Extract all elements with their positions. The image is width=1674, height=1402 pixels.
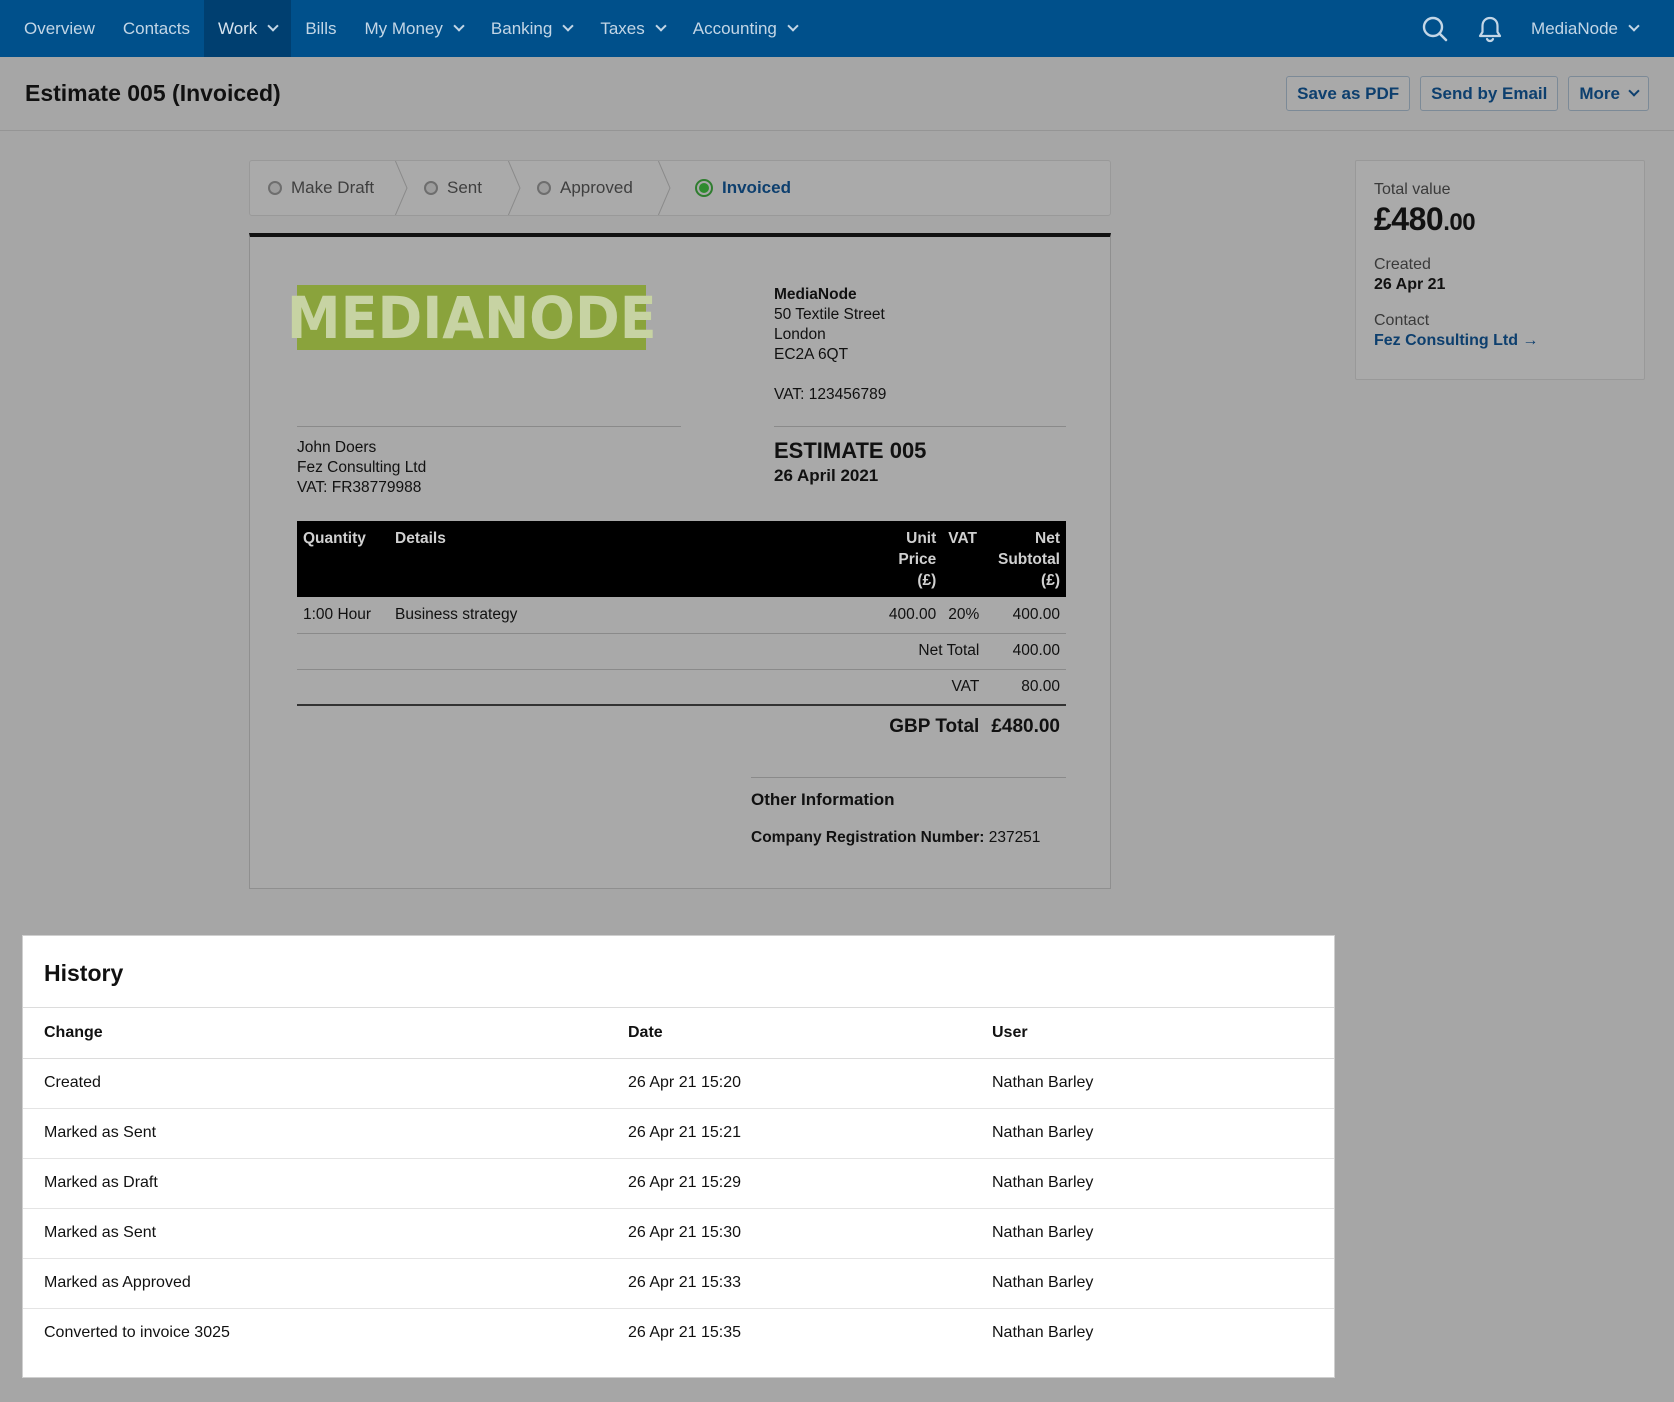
col-details: Details [389, 521, 873, 597]
nav-item-overview[interactable]: Overview [0, 0, 109, 57]
step-dot-icon [268, 181, 282, 195]
send-by-email-button[interactable]: Send by Email [1420, 76, 1559, 111]
nav-item-contacts[interactable]: Contacts [109, 0, 204, 57]
table-row: Converted to invoice 3025 26 Apr 21 15:35… [44, 1324, 1094, 1342]
page-title: Estimate 005 (Invoiced) [25, 80, 281, 106]
col-user: User [971, 1008, 1334, 1059]
nav-item-work[interactable]: Work [203, 0, 292, 57]
step-invoiced[interactable]: Invoiced [671, 161, 791, 215]
contact-label: Contact [1374, 312, 1430, 329]
step-dot-icon [537, 181, 551, 195]
estimate-date: 26 April 2021 [774, 466, 879, 485]
line-items-table: Quantity Details Unit Price (£) VAT Net Sub… [297, 521, 1066, 745]
notifications-button[interactable] [1462, 0, 1517, 57]
table-row: 1:00 Hour Business strategy 400.00 20% 4… [297, 597, 1066, 634]
chevron-down-icon [453, 20, 465, 32]
company-registration: Company Registration Number: 237251 [751, 829, 1041, 846]
recipient-address: John Doers Fez Consulting Ltd VAT: FR387… [297, 439, 427, 496]
estimate-title: ESTIMATE 005 [774, 438, 927, 463]
other-information-heading: Other Information [751, 790, 895, 809]
summary-card: Total value £480.00 Created 26 Apr 21 Co… [1355, 160, 1645, 380]
contact-link[interactable]: Fez Consulting Ltd → [1374, 332, 1626, 350]
step-make-draft[interactable]: Make Draft [250, 161, 394, 215]
table-row: Marked as Approved 26 Apr 21 15:33 Nathan … [23, 1258, 1334, 1309]
header-actions: Save as PDF Send by Email More [1286, 76, 1649, 111]
nav-item-taxes[interactable]: Taxes [586, 0, 678, 57]
table-row: Marked as Draft 26 Apr 21 15:29 Nathan Bar… [23, 1158, 1334, 1209]
vat-row: VAT 80.00 [297, 669, 1066, 706]
divider [297, 426, 681, 427]
chevron-separator-icon [507, 161, 521, 215]
chevron-down-icon [655, 20, 667, 32]
top-navigation: Overview Contacts Work Bills My Money Ba… [0, 0, 1674, 57]
chevron-down-icon [562, 20, 575, 32]
table-row: Marked as Sent 26 Apr 21 15:21 Nathan Barl… [23, 1108, 1334, 1159]
search-icon [1422, 16, 1447, 41]
step-approved[interactable]: Approved [521, 161, 657, 215]
col-date: Date [607, 1008, 971, 1059]
chevron-down-icon [787, 20, 799, 32]
net-total-row: Net Total 400.00 [297, 633, 1066, 670]
created-value: 26 Apr 21 [1374, 276, 1446, 293]
step-current-dot-icon [695, 179, 713, 197]
estimate-document: MEDIANODE MediaNode 50 Textile Street Lo… [249, 233, 1111, 889]
table-header-row: Quantity Details Unit Price (£) VAT Net Sub… [297, 521, 1066, 597]
history-title: History [23, 936, 1334, 1008]
step-sent[interactable]: Sent [408, 161, 507, 215]
chevron-down-icon [1628, 85, 1640, 97]
table-row: Marked as Sent 26 Apr 21 15:30 Nathan Barl… [23, 1208, 1334, 1259]
chevron-down-icon [267, 20, 279, 32]
col-unit-price: Unit Price (£) [872, 521, 943, 597]
other-information: Other Information Company Registration N… [751, 777, 1066, 847]
nav-item-bills[interactable]: Bills [291, 0, 350, 57]
search-button[interactable] [1407, 0, 1462, 57]
divider [774, 426, 1066, 427]
status-stepper: Make Draft Sent Approved Invoiced [249, 160, 1111, 216]
nav-item-my-money[interactable]: My Money [350, 0, 476, 57]
sender-address: MediaNode 50 Textile Street London EC2A … [774, 286, 887, 403]
more-button[interactable]: More [1568, 76, 1649, 111]
history-panel: History Change Date User Created 26 Apr 2… [22, 935, 1335, 1378]
created-label: Created [1374, 256, 1431, 273]
col-net-subtotal: Net Subtotal (£) [985, 521, 1066, 597]
nav-item-banking[interactable]: Banking [477, 0, 586, 57]
table-row: Created 26 Apr 21 15:20 Nathan Barley [23, 1058, 1334, 1109]
nav-item-accounting[interactable]: Accounting [679, 0, 811, 57]
nav-right-group: MediaNode [1407, 0, 1674, 57]
company-logo: MEDIANODE [286, 283, 657, 352]
gbp-total-row: GBP Total £480.00 [889, 716, 1060, 737]
bell-icon [1478, 16, 1501, 42]
history-header-row: Change Date User [23, 1008, 1334, 1059]
chevron-down-icon [1628, 20, 1640, 32]
total-value: £480.00 [1374, 201, 1476, 237]
step-dot-icon [424, 181, 438, 195]
total-value-label: Total value [1374, 181, 1451, 198]
col-quantity: Quantity [297, 521, 389, 597]
col-vat: VAT [942, 521, 986, 597]
account-menu[interactable]: MediaNode [1517, 19, 1674, 39]
chevron-separator-icon [394, 161, 408, 215]
title-bar: Estimate 005 (Invoiced) Save as PDF Send… [0, 57, 1674, 131]
chevron-separator-icon [657, 161, 671, 215]
history-table: Change Date User Created 26 Apr 21 15:20 N… [23, 1008, 1334, 1358]
col-change: Change [23, 1008, 607, 1059]
save-as-pdf-button[interactable]: Save as PDF [1286, 76, 1411, 111]
